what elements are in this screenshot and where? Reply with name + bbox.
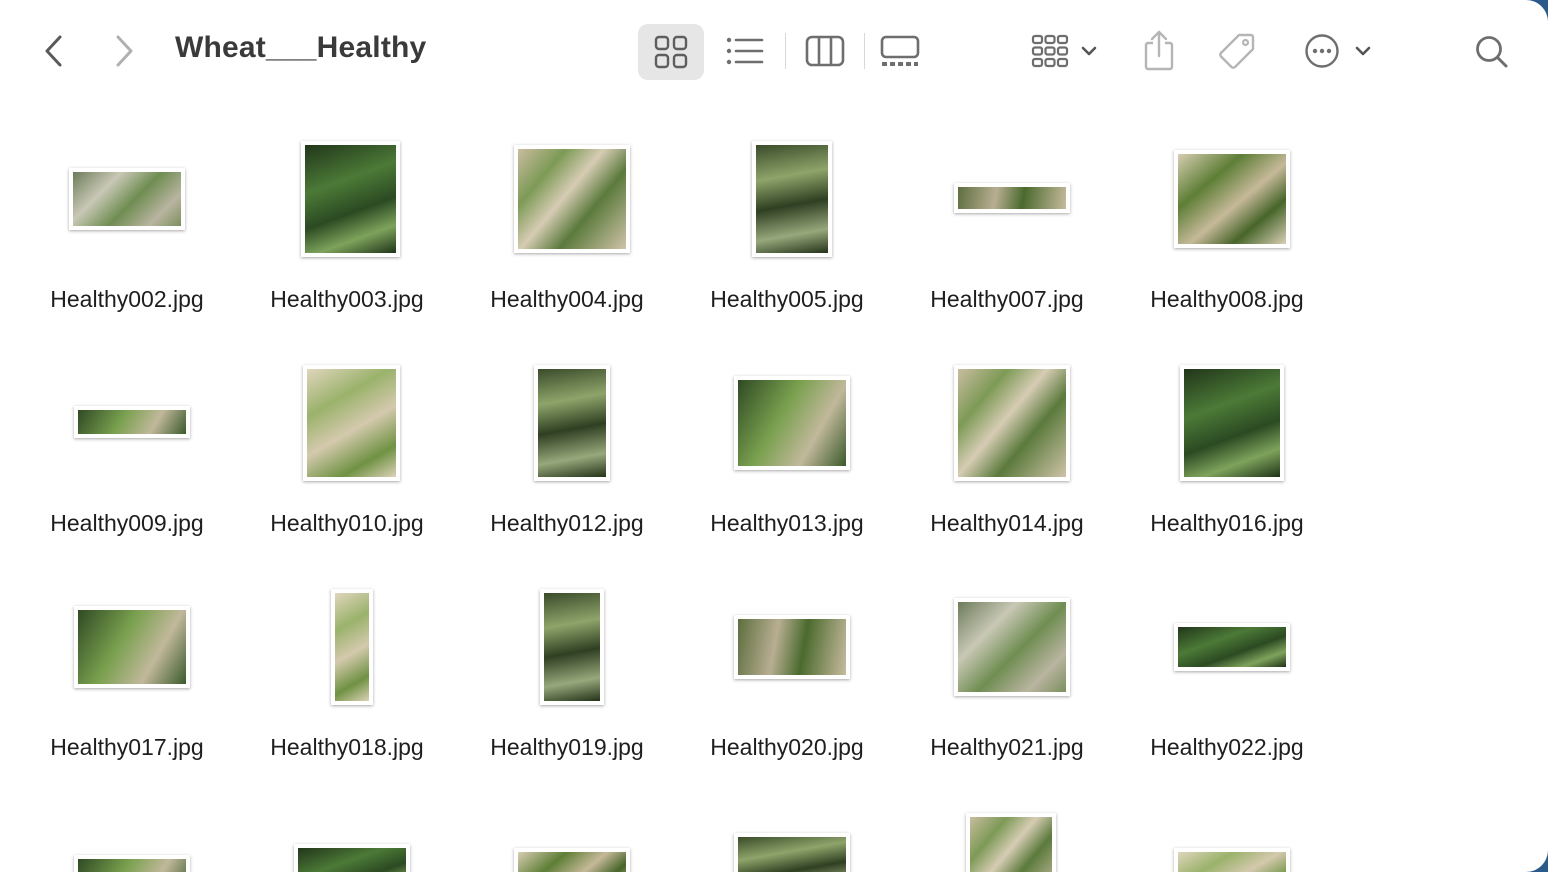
file-thumbnail[interactable] (734, 833, 850, 872)
gallery-view-button[interactable] (876, 28, 924, 74)
group-by-icon (1031, 34, 1069, 68)
icon-view-button[interactable] (638, 24, 704, 80)
file-name: Healthy017.jpg (50, 734, 204, 760)
columns-icon (805, 35, 845, 67)
file-thumbnail (1174, 150, 1290, 248)
tag-button[interactable] (1214, 28, 1260, 74)
file-name: Healthy013.jpg (710, 510, 864, 536)
column-view-button[interactable] (802, 28, 848, 74)
file-name: Healthy004.jpg (490, 286, 644, 312)
share-icon (1144, 30, 1174, 71)
forward-button[interactable] (104, 30, 144, 72)
file-thumbnail[interactable] (74, 855, 190, 872)
file-thumbnail (303, 365, 400, 481)
file-thumbnail (514, 145, 630, 253)
window-title: Wheat___Healthy (175, 31, 427, 64)
more-actions-icon (1305, 34, 1339, 68)
file-thumbnail (74, 606, 190, 688)
gallery-icon (880, 35, 920, 66)
file-thumbnail[interactable] (966, 813, 1056, 872)
search-button[interactable] (1470, 30, 1514, 74)
file-name: Healthy020.jpg (710, 734, 864, 760)
file-thumbnail (954, 183, 1070, 213)
file-thumbnail[interactable] (294, 844, 410, 872)
file-name: Healthy005.jpg (710, 286, 864, 312)
file-thumbnail (534, 365, 610, 481)
file-name: Healthy009.jpg (50, 510, 204, 536)
file-name: Healthy021.jpg (930, 734, 1084, 760)
file-name: Healthy007.jpg (930, 286, 1084, 312)
file-thumbnail (74, 406, 190, 438)
group-by-button[interactable] (1024, 28, 1104, 74)
chevron-right-icon (116, 35, 133, 67)
file-thumbnail (954, 365, 1070, 481)
file-thumbnail (734, 615, 850, 679)
file-name: Healthy008.jpg (1150, 286, 1304, 312)
file-thumbnail (69, 168, 185, 230)
file-thumbnail (954, 598, 1070, 696)
file-name: Healthy010.jpg (270, 510, 424, 536)
chevron-left-icon (45, 35, 62, 67)
file-thumbnail[interactable] (1174, 848, 1290, 872)
file-name: Healthy014.jpg (930, 510, 1084, 536)
chevron-down-icon (1355, 46, 1371, 56)
file-name: Healthy018.jpg (270, 734, 424, 760)
file-thumbnail (734, 376, 850, 470)
file-thumbnail (1180, 365, 1284, 481)
file-thumbnail (331, 589, 373, 705)
file-name: Healthy022.jpg (1150, 734, 1304, 760)
toolbar: Wheat___Healthy (0, 0, 1548, 104)
file-name: Healthy002.jpg (50, 286, 204, 312)
chevron-down-icon (1081, 46, 1097, 56)
tag-icon (1219, 33, 1255, 69)
search-icon (1476, 36, 1508, 68)
file-name: Healthy012.jpg (490, 510, 644, 536)
toolbar-separator (864, 33, 865, 69)
toolbar-separator (785, 33, 786, 69)
file-thumbnail (752, 141, 832, 257)
file-name: Healthy019.jpg (490, 734, 644, 760)
grid-icon (654, 35, 688, 69)
file-thumbnail[interactable] (514, 848, 630, 872)
more-actions-button[interactable] (1300, 28, 1376, 74)
share-button[interactable] (1138, 26, 1180, 74)
file-name: Healthy016.jpg (1150, 510, 1304, 536)
back-button[interactable] (34, 30, 74, 72)
file-name: Healthy003.jpg (270, 286, 424, 312)
list-view-button[interactable] (722, 28, 768, 74)
list-icon (726, 37, 764, 65)
file-thumbnail (301, 141, 400, 257)
file-grid: Healthy002.jpg Healthy003.jpg Healthy004… (0, 104, 1548, 872)
finder-window: Wheat___Healthy Healthy002.jpg Healthy00… (0, 0, 1548, 872)
file-thumbnail (540, 589, 604, 705)
file-thumbnail (1174, 623, 1290, 671)
